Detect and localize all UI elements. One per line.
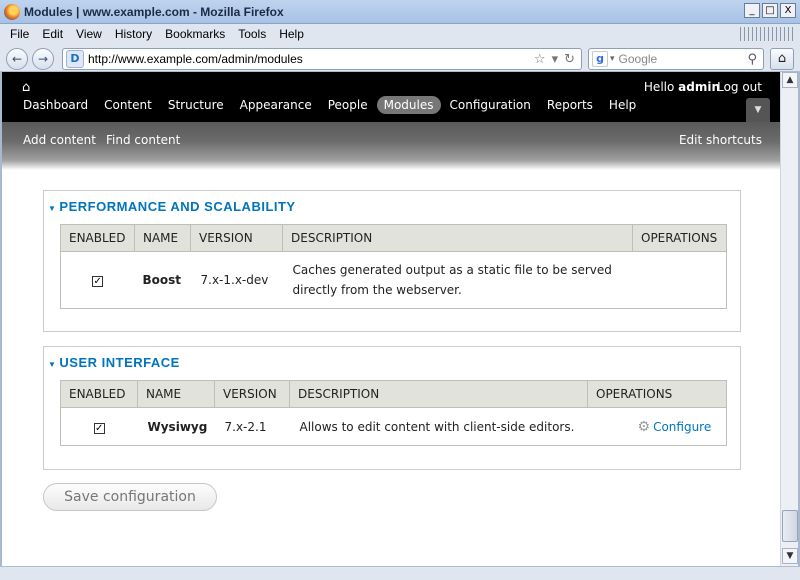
nav-modules[interactable]: Modules [376, 96, 441, 114]
col-description: DESCRIPTION [282, 224, 633, 252]
menu-bar: File Edit View History Bookmarks Tools H… [0, 24, 800, 44]
modules-table: ENABLED NAME VERSION DESCRIPTION OPERATI… [60, 380, 727, 446]
scroll-down-icon[interactable]: ▼ [782, 548, 798, 564]
nav-dashboard[interactable]: Dashboard [16, 96, 95, 114]
window-titlebar: Modules | www.example.com - Mozilla Fire… [0, 0, 800, 24]
menu-edit[interactable]: Edit [42, 27, 63, 41]
minimize-button[interactable]: _ [744, 3, 760, 18]
collapse-icon: ▼ [48, 204, 57, 213]
close-button[interactable]: X [780, 3, 796, 18]
url-text[interactable]: http://www.example.com/admin/modules [88, 52, 534, 66]
col-name: NAME [137, 380, 215, 408]
menu-tools[interactable]: Tools [238, 27, 266, 41]
enabled-checkbox[interactable]: ✓ [92, 276, 104, 287]
shortcuts-bar: Add content Find content Edit shortcuts [2, 122, 780, 170]
legend-performance-scalability[interactable]: ▼ PERFORMANCE AND SCALABILITY [48, 199, 296, 214]
col-version: VERSION [190, 224, 283, 252]
google-icon[interactable]: g [592, 51, 608, 67]
gear-icon: ⚙ [637, 418, 651, 435]
logout-link[interactable]: Log out [717, 80, 762, 94]
navigation-bar: ← → D http://www.example.com/admin/modul… [0, 44, 800, 72]
scroll-thumb[interactable] [782, 510, 798, 542]
magnifier-icon[interactable]: ⚲ [747, 52, 757, 67]
home-icon[interactable]: ⌂ [22, 80, 30, 95]
window-title: Modules | www.example.com - Mozilla Fire… [24, 4, 284, 19]
nav-appearance[interactable]: Appearance [233, 96, 319, 114]
module-name: Wysiwyg [147, 419, 208, 434]
col-enabled: ENABLED [60, 380, 138, 408]
maximize-button[interactable]: □ [762, 3, 778, 18]
col-enabled: ENABLED [60, 224, 135, 252]
site-favicon-icon: D [66, 50, 84, 68]
save-configuration-button[interactable]: Save configuration [43, 483, 217, 511]
menu-bookmarks[interactable]: Bookmarks [165, 27, 225, 41]
scroll-up-icon[interactable]: ▲ [782, 72, 798, 88]
search-box[interactable]: g ▾ Google ⚲ [588, 48, 764, 70]
legend-user-interface[interactable]: ▼ USER INTERFACE [48, 355, 180, 370]
edit-shortcuts-link[interactable]: Edit shortcuts [679, 133, 762, 147]
col-name: NAME [134, 224, 191, 252]
search-engine-dropdown-icon[interactable]: ▾ [610, 54, 615, 64]
dropdown-icon[interactable]: ▾ [552, 52, 559, 67]
enabled-checkbox[interactable]: ✓ [93, 422, 105, 434]
toolbar-grip [740, 27, 796, 41]
fieldset-performance-scalability: ▼ PERFORMANCE AND SCALABILITY ENABLED NAM… [43, 190, 741, 332]
forward-button[interactable]: → [32, 48, 54, 70]
page-viewport: ⌂ Hello admin Log out Dashboard Content … [2, 72, 780, 566]
col-version: VERSION [214, 380, 290, 408]
module-description: Allows to edit content with client-side … [299, 419, 575, 434]
vertical-scrollbar[interactable]: ▲ ▼ [780, 72, 798, 566]
col-operations: OPERATIONS [632, 224, 727, 252]
menu-view[interactable]: View [76, 27, 102, 41]
firefox-logo-icon [4, 3, 20, 20]
menu-file[interactable]: File [10, 27, 29, 41]
nav-help[interactable]: Help [602, 96, 643, 114]
admin-toolbar: ⌂ Hello admin Log out Dashboard Content … [2, 72, 780, 122]
bookmark-star-icon[interactable]: ☆ [534, 52, 546, 67]
fieldset-user-interface: ▼ USER INTERFACE ENABLED NAME VERSION DES… [43, 346, 741, 470]
search-input[interactable]: Google [619, 52, 748, 66]
admin-nav: Dashboard Content Structure Appearance P… [16, 96, 645, 114]
collapse-icon: ▼ [48, 360, 57, 369]
username[interactable]: admin [678, 80, 720, 94]
table-row: ✓ Wysiwyg 7.x-2.1 Allows to edit content… [60, 407, 727, 446]
menu-history[interactable]: History [115, 27, 152, 41]
col-operations: OPERATIONS [587, 380, 727, 408]
reload-icon[interactable]: ↻ [564, 52, 575, 67]
shortcut-find-content[interactable]: Find content [106, 133, 180, 147]
nav-structure[interactable]: Structure [161, 96, 231, 114]
shortcut-add-content[interactable]: Add content [23, 133, 96, 147]
table-row: ✓ Boost 7.x-1.x-dev Caches generated out… [60, 251, 727, 309]
col-description: DESCRIPTION [289, 380, 588, 408]
nav-people[interactable]: People [321, 96, 375, 114]
module-description-line1: Caches generated output as a static file… [292, 263, 612, 277]
configure-link[interactable]: ⚙ Configure [637, 418, 712, 435]
module-description-line2: directly from the webserver. [292, 283, 462, 297]
url-bar[interactable]: D http://www.example.com/admin/modules ☆… [62, 48, 582, 70]
home-button[interactable]: ⌂ [770, 48, 794, 70]
module-version: 7.x-2.1 [224, 419, 267, 434]
window-controls: _ □ X [744, 3, 796, 18]
user-greeting: Hello admin [643, 80, 720, 94]
status-bar [0, 566, 800, 580]
menu-help[interactable]: Help [279, 27, 304, 41]
shortcuts-toggle-icon[interactable]: ▼ [746, 98, 770, 122]
module-name: Boost [142, 273, 182, 287]
back-button[interactable]: ← [6, 48, 28, 70]
nav-configuration[interactable]: Configuration [443, 96, 538, 114]
module-version: 7.x-1.x-dev [200, 273, 269, 287]
nav-content[interactable]: Content [97, 96, 159, 114]
modules-table: ENABLED NAME VERSION DESCRIPTION OPERATI… [60, 224, 727, 309]
nav-reports[interactable]: Reports [540, 96, 600, 114]
